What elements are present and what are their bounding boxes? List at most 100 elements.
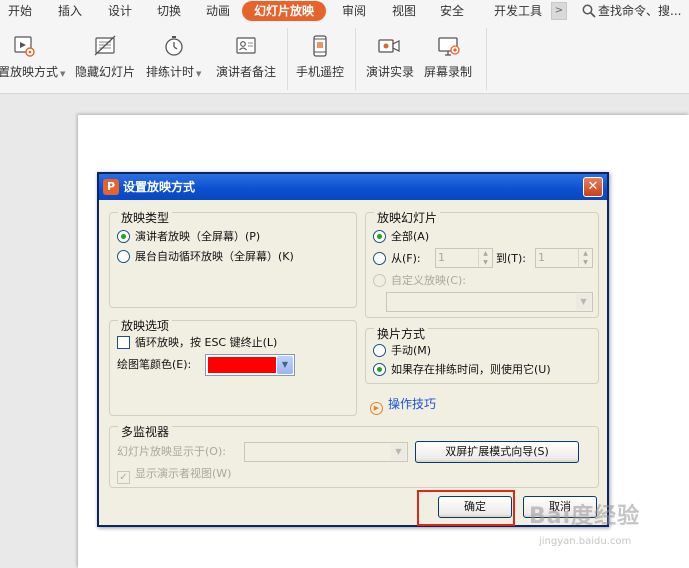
speaker-notes-icon	[236, 37, 256, 54]
app-logo-icon: P	[103, 179, 119, 195]
speech-record-button[interactable]: 演讲实录	[360, 22, 418, 94]
baidu-watermark: Bai度经验 jingyan.baidu.com	[519, 498, 669, 560]
watermark-url: jingyan.baidu.com	[539, 536, 632, 547]
to-slide-value: 1	[538, 251, 545, 264]
to-label: 到(T):	[496, 252, 527, 265]
ok-highlight-frame	[417, 490, 515, 526]
dialog-titlebar[interactable]: P 设置放映方式 ✕	[99, 174, 607, 200]
tab-design[interactable]: 设计	[108, 0, 132, 22]
hide-slide-label: 隐藏幻灯片	[75, 65, 136, 79]
spin-down-icon: ▼	[483, 259, 488, 266]
from-label: 从(F):	[391, 252, 421, 265]
ribbon-separator	[355, 28, 356, 90]
speaker-notes-label: 演讲者备注	[216, 65, 277, 79]
tab-transition[interactable]: 切换	[157, 0, 181, 22]
tab-insert[interactable]: 插入	[58, 0, 82, 22]
search-command[interactable]: 查找命令、搜...	[582, 0, 681, 22]
tab-start[interactable]: 开始	[8, 0, 32, 22]
show-options-title: 放映选项	[118, 319, 173, 333]
dropdown-arrow-icon: ▼	[60, 70, 66, 78]
timing-advance-label: 如果存在排练时间，则使用它(U)	[391, 363, 551, 376]
radio-button[interactable]	[373, 252, 386, 265]
spinner-arrows: ▲ ▼	[578, 249, 592, 267]
tab-developer[interactable]: 开发工具	[494, 0, 542, 22]
custom-show-select: ▼	[386, 292, 593, 312]
custom-show-option: 自定义放映(C):	[373, 273, 466, 289]
pen-color-picker[interactable]: ▼	[205, 354, 295, 376]
show-slides-group: 放映幻灯片 全部(A) 从(F): 1 ▲ ▼ 到(T): 1 ▲ ▼ 自定义放映(…	[365, 211, 599, 318]
rehearse-timing-button[interactable]: 排练计时 ▼	[142, 22, 208, 94]
dialog-title: 设置放映方式	[123, 180, 196, 194]
timing-advance-option[interactable]: 如果存在排练时间，则使用它(U)	[373, 362, 551, 378]
close-icon: ✕	[587, 179, 599, 194]
rehearse-timing-label: 排练计时	[146, 65, 195, 79]
tab-review[interactable]: 审阅	[342, 0, 366, 22]
set-slideshow-button[interactable]: 置放映方式 ▼	[0, 22, 68, 94]
radio-button[interactable]	[373, 363, 386, 376]
ribbon: 置放映方式 ▼ 隐藏幻灯片 排练计时 ▼ 演讲者备注 手机遥控 演讲实录 屏幕录…	[0, 22, 689, 94]
show-type-presenter-option[interactable]: 演讲者放映（全屏幕）(P)	[117, 229, 260, 245]
from-slide-option[interactable]: 从(F):	[373, 251, 421, 267]
radio-button[interactable]	[117, 250, 130, 263]
all-slides-label: 全部(A)	[391, 230, 430, 243]
to-slide-spinner: 1 ▲ ▼	[535, 248, 593, 268]
dual-screen-wizard-button[interactable]: 双屏扩展模式向导(S)	[415, 441, 579, 463]
tips-link[interactable]: ▶ 操作技巧	[370, 396, 436, 415]
chevron-down-icon: ▼	[576, 294, 591, 310]
hide-slide-icon	[94, 35, 116, 56]
radio-button[interactable]	[373, 230, 386, 243]
advance-group: 换片方式 手动(M) 如果存在排练时间，则使用它(U)	[365, 327, 599, 384]
search-placeholder: 查找命令、搜...	[598, 4, 682, 18]
screen-record-label: 屏幕录制	[424, 65, 473, 79]
show-type-kiosk-option[interactable]: 展台自动循环放映（全屏幕）(K)	[117, 249, 294, 265]
manual-advance-label: 手动(M)	[391, 344, 432, 357]
show-type-group: 放映类型 演讲者放映（全屏幕）(P) 展台自动循环放映（全屏幕）(K)	[109, 211, 357, 308]
presenter-view-option: ✓ 显示演示者视图(W)	[117, 466, 231, 484]
close-button[interactable]: ✕	[583, 177, 603, 197]
ribbon-separator	[486, 28, 487, 90]
radio-button[interactable]	[117, 230, 130, 243]
screen-record-button[interactable]: 屏幕录制	[420, 22, 480, 94]
radio-button	[373, 274, 386, 287]
search-icon	[582, 4, 596, 18]
from-slide-value: 1	[438, 251, 445, 264]
display-on-label: 幻灯片放映显示于(O):	[117, 445, 226, 458]
ribbon-separator	[287, 28, 288, 90]
menu-bar: 开始 插入 设计 切换 动画 幻灯片放映 审阅 视图 安全 开发工具 > 查找命…	[0, 0, 689, 22]
dropdown-arrow-icon: ▼	[196, 70, 202, 78]
manual-advance-option[interactable]: 手动(M)	[373, 343, 431, 359]
watermark-logo: Bai度经验	[529, 504, 641, 529]
speech-record-label: 演讲实录	[366, 65, 415, 79]
speaker-notes-button[interactable]: 演讲者备注	[212, 22, 280, 94]
timer-icon	[165, 36, 183, 56]
tab-slideshow[interactable]: 幻灯片放映	[242, 1, 327, 21]
multi-monitor-title: 多监视器	[118, 425, 173, 439]
checkbox: ✓	[117, 471, 130, 484]
play-circle-icon: ▶	[370, 402, 383, 415]
tab-animation[interactable]: 动画	[206, 0, 230, 22]
display-on-select: ▼	[244, 442, 408, 462]
tab-security[interactable]: 安全	[440, 0, 464, 22]
multi-monitor-group: 多监视器 幻灯片放映显示于(O): ▼ 双屏扩展模式向导(S) ✓ 显示演示者视图…	[109, 425, 599, 488]
all-slides-option[interactable]: 全部(A)	[373, 229, 429, 245]
slideshow-settings-dialog: P 设置放映方式 ✕ 放映类型 演讲者放映（全屏幕）(P) 展台自动循环放映（全…	[97, 172, 609, 527]
hide-slide-button[interactable]: 隐藏幻灯片	[72, 22, 138, 94]
more-tabs-button[interactable]: >	[551, 2, 567, 20]
loop-option[interactable]: 循环放映，按 ESC 键终止(L)	[117, 335, 277, 351]
phone-remote-label: 手机遥控	[296, 65, 345, 79]
from-slide-spinner: 1 ▲ ▼	[435, 248, 493, 268]
screen-record-icon	[438, 37, 460, 56]
set-slideshow-label: 置放映方式	[0, 65, 59, 79]
kiosk-option-label: 展台自动循环放映（全屏幕）(K)	[135, 250, 294, 263]
advance-title: 换片方式	[374, 327, 429, 341]
tab-view[interactable]: 视图	[392, 0, 416, 22]
radio-button[interactable]	[373, 344, 386, 357]
pen-color-label: 绘图笔颜色(E):	[117, 358, 192, 371]
spin-down-icon: ▼	[583, 259, 588, 266]
checkbox[interactable]	[117, 336, 130, 349]
slideshow-settings-icon	[14, 36, 35, 57]
spinner-arrows: ▲ ▼	[478, 249, 492, 267]
custom-show-label: 自定义放映(C):	[391, 274, 466, 287]
phone-remote-button[interactable]: 手机遥控	[292, 22, 350, 94]
chevron-down-icon[interactable]: ▼	[277, 356, 293, 374]
